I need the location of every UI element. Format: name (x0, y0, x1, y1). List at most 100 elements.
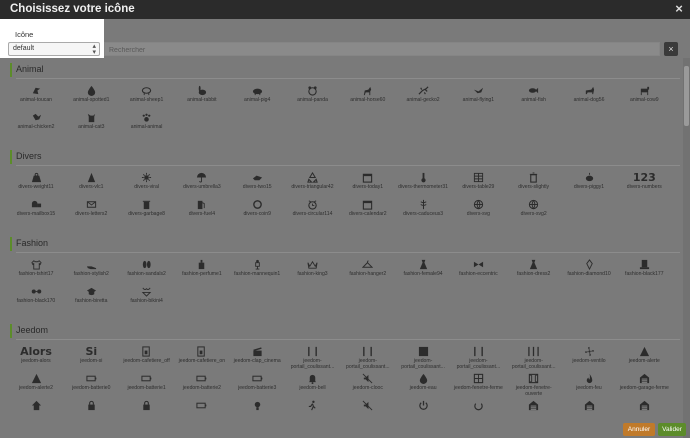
icon-tile[interactable]: animal-animal (121, 108, 173, 141)
paw-icon (121, 110, 173, 124)
icon-tile-label: jeedom-eau (409, 385, 437, 391)
icon-tile[interactable] (121, 396, 173, 429)
icon-tile[interactable]: animal-horse60 (342, 81, 394, 114)
icon-tile[interactable]: fashion-king3 (287, 255, 339, 288)
icon-tile-label: jeedom-alerte2 (19, 385, 53, 391)
search-input[interactable] (104, 42, 660, 56)
gate-icon (452, 344, 504, 358)
icon-tile-label: animal-dog56 (573, 97, 605, 103)
icon-tile-label: fashion-diamond10 (567, 271, 611, 277)
icon-tile[interactable]: animal-rabbit (176, 81, 228, 114)
icon-tile[interactable]: animal-cat3 (65, 108, 117, 141)
icon-tile[interactable]: animal-cow9 (618, 81, 670, 114)
icon-tile[interactable]: animal-panda (287, 81, 339, 114)
fuel-icon (176, 197, 228, 211)
icon-tile[interactable]: animal-flying1 (452, 81, 504, 114)
icon-tile[interactable]: fashion-black177 (618, 255, 670, 288)
icon-tile-label: jeedom-fenetre-ferme (453, 385, 503, 391)
icon-tile-label: jeedom-feu (576, 385, 602, 391)
icon-tile-label: jeedom-alerte (628, 358, 660, 364)
cap-icon (65, 284, 117, 298)
icon-tile[interactable] (508, 396, 560, 429)
crown-icon (287, 257, 339, 271)
icon-tile[interactable]: fashion-female94 (397, 255, 449, 288)
icon-tile[interactable]: fashion-dress2 (508, 255, 560, 288)
icon-tile-label: jeedom-clap_cinema (233, 358, 281, 364)
validate-button[interactable]: Valider (658, 423, 686, 436)
globe-icon (452, 197, 504, 211)
icon-tile-label: divers-two15 (242, 184, 272, 190)
panda-icon (287, 83, 339, 97)
icon-tile[interactable] (231, 396, 283, 429)
coffee-icon (176, 344, 228, 358)
thermometer-icon (397, 170, 449, 184)
icon-tile[interactable] (287, 396, 339, 429)
icon-tile-label: animal-sheep1 (129, 97, 164, 103)
icon-tile-label: animal-panda (297, 97, 328, 103)
icon-tile[interactable]: animal-fish (508, 81, 560, 114)
scrollbar[interactable] (683, 58, 690, 438)
cat-icon (65, 110, 117, 124)
icon-set-select[interactable]: default ▴ ▾ (8, 42, 100, 56)
icon-tile[interactable]: divers-fuel4 (176, 195, 228, 228)
icon-tile[interactable]: fashion-bikini4 (121, 282, 173, 315)
icon-tile[interactable]: fashion-black170 (10, 282, 62, 315)
cancel-button[interactable]: Annuler (623, 423, 655, 436)
close-icon[interactable]: × (672, 0, 686, 18)
icon-tile[interactable]: divers-caduceus3 (397, 195, 449, 228)
icon-tile[interactable]: divers-coin9 (231, 195, 283, 228)
icon-set-select-value: default (13, 45, 35, 52)
icon-tile[interactable]: animal-gecko2 (397, 81, 449, 114)
icon-tile[interactable]: divers-circular114 (287, 195, 339, 228)
dialog-title: Choisissez votre icône (10, 3, 135, 15)
icon-tile[interactable]: divers-calendar2 (342, 195, 394, 228)
heel-icon (65, 257, 117, 271)
alert-icon (10, 371, 62, 385)
icon-tile[interactable]: 123 divers-numbers (618, 168, 670, 201)
dialog-content: Icône default ▴▾ × Animal animal-toucan an… (0, 19, 690, 438)
icon-tile-label: fashion-sandals2 (127, 271, 166, 277)
mute-icon (342, 398, 394, 412)
section-header-divers: Divers (10, 150, 680, 166)
icon-tile[interactable]: animal-chicken2 (10, 108, 62, 141)
icon-tile-label: fashion-mannequin1 (234, 271, 281, 277)
icon-tile[interactable] (397, 396, 449, 429)
toucan-icon (10, 83, 62, 97)
icon-filter-label: Icône (15, 30, 34, 39)
icon-tile-label: divers-letters2 (75, 211, 108, 217)
icon-tile[interactable]: divers-letters2 (65, 195, 117, 228)
icon-tile[interactable]: fashion-mannequin1 (231, 255, 283, 288)
icon-tile[interactable]: fashion-perfume1 (176, 255, 228, 288)
icon-tile[interactable]: divers-piggy1 (563, 168, 615, 201)
clear-search-button[interactable]: × (664, 42, 678, 56)
table-icon (452, 170, 504, 184)
power-icon (397, 398, 449, 412)
icon-tile[interactable]: fashion-eccentric (452, 255, 504, 288)
coffee-icon (121, 344, 173, 358)
icon-tile[interactable]: fashion-hanger2 (342, 255, 394, 288)
icon-tile[interactable]: animal-dog56 (563, 81, 615, 114)
mailbox-icon (10, 197, 62, 211)
icon-tile[interactable] (10, 396, 62, 429)
icon-tile[interactable] (563, 396, 615, 429)
globe-icon (508, 197, 560, 211)
rabbit-icon (176, 83, 228, 97)
icon-tile[interactable]: divers-garbage8 (121, 195, 173, 228)
alarm-icon (287, 197, 339, 211)
scrollbar-thumb[interactable] (684, 66, 689, 126)
icon-tile[interactable]: divers-svg (452, 195, 504, 228)
icon-tile-label: divers-weight11 (18, 184, 54, 190)
icon-tile-label: animal-spotted1 (73, 97, 110, 103)
icon-tile[interactable]: divers-svg2 (508, 195, 560, 228)
icon-tile[interactable]: divers-mailbox15 (10, 195, 62, 228)
icon-tile[interactable] (65, 396, 117, 429)
icon-tile[interactable]: animal-pig4 (231, 81, 283, 114)
icon-tile[interactable] (452, 396, 504, 429)
bulb-icon (231, 398, 283, 412)
icon-tile[interactable] (342, 396, 394, 429)
icon-tile-label: fashion-female94 (403, 271, 443, 277)
icon-tile[interactable]: fashion-biretta (65, 282, 117, 315)
icon-tile[interactable]: fashion-diamond10 (563, 255, 615, 288)
arc-icon (452, 398, 504, 412)
icon-tile[interactable] (176, 396, 228, 429)
